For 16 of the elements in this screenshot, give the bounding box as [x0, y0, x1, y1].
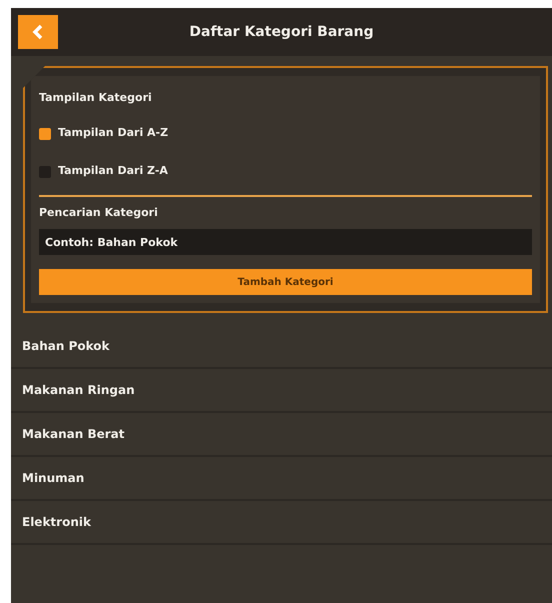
- category-item[interactable]: Makanan Ringan: [11, 369, 552, 413]
- category-item[interactable]: Bahan Pokok: [11, 325, 552, 369]
- radio-button[interactable]: [39, 166, 51, 178]
- section-label: Pencarian Kategori: [39, 204, 159, 220]
- page-title: Daftar Kategori Barang: [188, 22, 375, 42]
- option-label[interactable]: Tampilan Dari Z-A: [58, 163, 168, 180]
- option-label[interactable]: Tampilan Dari A-Z: [58, 125, 168, 142]
- category-item[interactable]: Elektronik: [11, 501, 552, 545]
- back-button[interactable]: [18, 15, 58, 49]
- category-item[interactable]: Makanan Berat: [11, 413, 552, 457]
- back-icon: [32, 24, 44, 40]
- section-label: Tampilan Kategori: [39, 90, 153, 106]
- search-field[interactable]: Contoh: Bahan Pokok: [39, 229, 532, 255]
- radio-button[interactable]: [39, 128, 51, 140]
- category-item[interactable]: Minuman: [11, 457, 552, 501]
- add-category-button[interactable]: Tambah Kategori: [39, 269, 532, 295]
